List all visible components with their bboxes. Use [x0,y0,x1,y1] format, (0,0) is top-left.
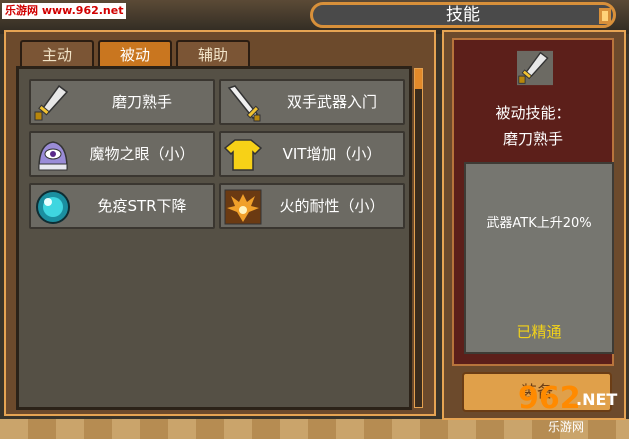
window-title: 技能 [446,5,480,25]
two-hand-sword-icon [227,85,261,122]
skill-slot-vit-up[interactable]: VIT增加（小） [219,131,405,177]
skill-description-box: 武器ATK上升20% 已精通 [464,162,614,354]
skill-slot-fire-resist[interactable]: 火的耐性（小） [219,183,405,229]
skill-name: 磨刀熟手 [111,93,172,111]
skill-detail-panel: 被动技能： 磨刀熟手 武器ATK上升20% 已精通 装备 [442,30,626,420]
watermark-logo-text: 962 [518,381,581,416]
skill-detail-box: 被动技能： 磨刀熟手 武器ATK上升20% 已精通 [452,38,614,366]
mastery-status: 已精通 [516,323,562,341]
watermark-net-text: .NET [576,390,618,409]
skill-slot-monster-eye[interactable]: 魔物之眼（小） [29,131,215,177]
sword-icon [517,50,553,86]
skill-slot-sharpening[interactable]: 磨刀熟手 [29,79,215,125]
tab-active-skills[interactable]: 主动 [20,40,94,68]
skill-list-panel: 主动 被动 辅助 磨刀熟手 双手武器入门 魔物之眼（小） VIT增加（小） 免疫… [4,30,436,416]
skill-name: 免疫STR下降 [97,197,187,215]
fire-icon [224,189,262,225]
skill-grid: 磨刀熟手 双手武器入门 魔物之眼（小） VIT增加（小） 免疫STR下降 火的耐… [16,66,412,410]
window-title-bar: 技能 [310,2,616,28]
skill-name: VIT增加（小） [282,145,382,163]
skill-slot-immune-str-down[interactable]: 免疫STR下降 [29,183,215,229]
skill-slot-two-hand-weapon[interactable]: 双手武器入门 [219,79,405,125]
skill-list-scrollbar[interactable] [414,68,423,408]
skill-type-label: 被动技能： [495,104,571,122]
close-icon[interactable] [597,6,613,26]
watermark-site-name: 乐游网 [548,420,585,434]
orb-icon [36,190,70,224]
watermark-bottom-right: 962 .NET 乐游网 [518,384,626,436]
tab-support-skills[interactable]: 辅助 [176,40,250,68]
scroll-thumb[interactable] [415,69,422,89]
skill-name: 魔物之眼（小） [89,145,195,163]
shirt-icon [223,139,263,171]
sword-icon [34,84,69,121]
monster-eye-icon [38,141,68,171]
skill-description: 武器ATK上升20% [486,216,592,231]
skill-name: 双手武器入门 [286,93,377,111]
watermark-top-left: 乐游网 www.962.net [2,3,127,19]
skill-name: 火的耐性（小） [279,197,385,215]
selected-skill-name: 磨刀熟手 [502,130,563,148]
tab-passive-skills[interactable]: 被动 [98,40,172,68]
